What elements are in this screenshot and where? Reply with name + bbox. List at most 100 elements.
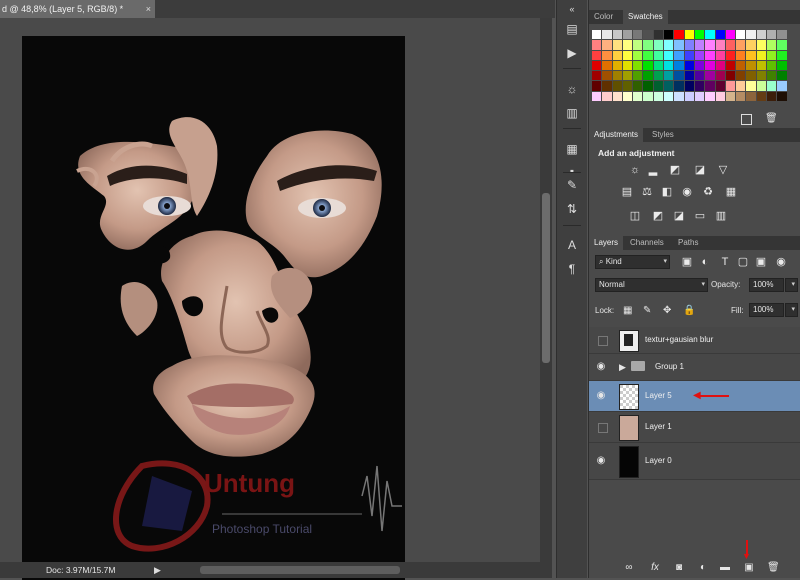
color-swatch[interactable]	[767, 91, 777, 102]
color-swatch[interactable]	[664, 30, 674, 40]
color-swatch[interactable]	[746, 30, 756, 40]
color-swatch[interactable]	[653, 50, 664, 60]
curves-icon[interactable]: ◩	[669, 164, 681, 176]
color-swatch[interactable]	[777, 30, 787, 40]
clone-source-icon[interactable]: ⇅	[557, 202, 587, 216]
color-swatch[interactable]	[736, 91, 746, 102]
color-swatch[interactable]	[715, 50, 725, 60]
color-swatch[interactable]	[633, 50, 643, 60]
color-swatch[interactable]	[767, 40, 777, 50]
color-swatch[interactable]	[684, 30, 694, 40]
properties-icon[interactable]: ▦	[557, 142, 587, 156]
layer-filter-select[interactable]: ⌕ Kind ▾	[595, 255, 670, 269]
color-swatch[interactable]	[746, 91, 756, 102]
color-swatch[interactable]	[736, 71, 746, 81]
color-swatch[interactable]	[664, 50, 674, 60]
color-swatch[interactable]	[694, 81, 705, 91]
tab-paths[interactable]: Paths	[673, 236, 703, 250]
color-swatch[interactable]	[756, 91, 767, 102]
link-layers-icon[interactable]: ∞	[623, 562, 635, 574]
color-swatch[interactable]	[777, 60, 787, 71]
new-layer-icon[interactable]: ▣	[743, 562, 755, 574]
color-swatch[interactable]	[622, 91, 633, 102]
trash-icon[interactable]: 🗑	[767, 562, 780, 574]
color-swatch[interactable]	[602, 91, 612, 102]
color-swatch[interactable]	[612, 81, 622, 91]
color-swatch[interactable]	[653, 81, 664, 91]
color-swatch[interactable]	[767, 60, 777, 71]
color-swatch[interactable]	[602, 30, 612, 40]
color-swatch[interactable]	[715, 81, 725, 91]
color-swatch[interactable]	[633, 30, 643, 40]
color-swatch[interactable]	[705, 30, 715, 40]
color-lookup-icon[interactable]: ▦	[725, 186, 737, 198]
document-tab[interactable]: d @ 48,8% (Layer 5, RGB/8) * ×	[0, 0, 155, 18]
filter-shape-icon[interactable]: ▢	[737, 256, 749, 268]
color-swatch[interactable]	[674, 60, 684, 71]
color-swatch[interactable]	[736, 30, 746, 40]
color-swatch[interactable]	[643, 30, 653, 40]
document-canvas[interactable]: Untung Photoshop Tutorial	[22, 36, 405, 580]
color-swatch[interactable]	[736, 50, 746, 60]
swatch-grid[interactable]	[592, 30, 787, 102]
layer-row-layer-0[interactable]: ◉ Layer 0	[589, 443, 800, 480]
color-swatch[interactable]	[653, 60, 664, 71]
color-swatch[interactable]	[633, 81, 643, 91]
history-icon[interactable]: ▤	[557, 22, 587, 36]
color-swatch[interactable]	[767, 50, 777, 60]
color-swatch[interactable]	[612, 30, 622, 40]
layer-row-group-1[interactable]: ◉ ▶ Group 1	[589, 354, 800, 381]
color-swatch[interactable]	[592, 60, 602, 71]
color-swatch[interactable]	[694, 71, 705, 81]
status-menu-arrow-icon[interactable]: ▶	[154, 562, 161, 578]
histogram-icon[interactable]: ▥	[557, 106, 587, 120]
color-swatch[interactable]	[767, 30, 777, 40]
color-swatch[interactable]	[664, 71, 674, 81]
tab-adjustments[interactable]: Adjustments	[589, 128, 644, 142]
add-mask-icon[interactable]: ◙	[673, 562, 685, 574]
color-swatch[interactable]	[746, 40, 756, 50]
color-swatch[interactable]	[633, 71, 643, 81]
filter-smart-object-icon[interactable]: ▣	[755, 256, 767, 268]
filter-pixel-icon[interactable]: ▣	[681, 256, 693, 268]
brush-settings-icon[interactable]: ✎	[557, 178, 587, 192]
color-swatch[interactable]	[674, 30, 684, 40]
vertical-scrollbar[interactable]	[540, 18, 552, 562]
delete-swatch-icon[interactable]: 🗑	[765, 113, 778, 124]
hue-saturation-icon[interactable]: ▤	[621, 186, 633, 198]
invert-icon[interactable]: ◫	[629, 210, 641, 222]
eye-icon[interactable]: ◉	[595, 455, 607, 467]
color-swatch[interactable]	[633, 60, 643, 71]
brightness-contrast-icon[interactable]: ☼	[629, 164, 641, 176]
color-swatch[interactable]	[664, 81, 674, 91]
color-swatch[interactable]	[622, 60, 633, 71]
color-swatch[interactable]	[602, 40, 612, 50]
vertical-scroll-thumb[interactable]	[542, 193, 550, 363]
color-swatch[interactable]	[653, 91, 664, 102]
color-swatch[interactable]	[777, 40, 787, 50]
color-swatch[interactable]	[694, 91, 705, 102]
color-balance-icon[interactable]: ⚖	[641, 186, 653, 198]
fx-icon[interactable]: fx	[649, 562, 661, 574]
color-swatch[interactable]	[643, 81, 653, 91]
color-swatch[interactable]	[715, 60, 725, 71]
color-swatch[interactable]	[777, 71, 787, 81]
color-swatch[interactable]	[694, 40, 705, 50]
blend-mode-select[interactable]: Normal ▾	[595, 278, 708, 292]
lock-all-icon[interactable]: 🔒	[683, 306, 695, 316]
layer-row-textur[interactable]: textur+gausian blur	[589, 327, 800, 354]
color-swatch[interactable]	[674, 91, 684, 102]
color-swatch[interactable]	[612, 50, 622, 60]
color-swatch[interactable]	[756, 30, 767, 40]
color-swatch[interactable]	[756, 71, 767, 81]
color-swatch[interactable]	[612, 91, 622, 102]
color-swatch[interactable]	[756, 81, 767, 91]
color-swatch[interactable]	[592, 81, 602, 91]
color-swatch[interactable]	[746, 60, 756, 71]
color-swatch[interactable]	[612, 60, 622, 71]
color-swatch[interactable]	[684, 81, 694, 91]
lock-transparent-icon[interactable]: ▦	[623, 306, 632, 316]
color-swatch[interactable]	[674, 71, 684, 81]
paragraph-icon[interactable]: ¶	[557, 262, 587, 276]
fill-input[interactable]: 100%	[749, 303, 784, 317]
